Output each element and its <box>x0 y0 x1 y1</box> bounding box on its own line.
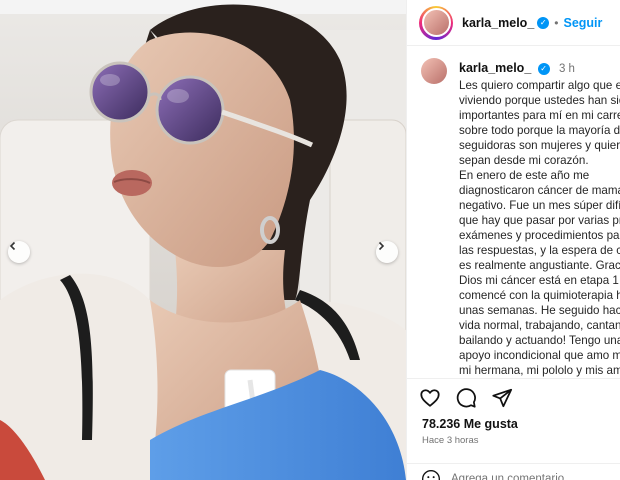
post-side-panel: karla_melo_ ✓ • Seguir karla_melo_ ✓ 3 h… <box>406 0 620 480</box>
caption-line: mi hermana, mi pololo y mis am <box>459 364 620 377</box>
caption-username[interactable]: karla_melo_ <box>459 61 531 75</box>
caption-line: En enero de este año me <box>459 169 590 182</box>
caption-line: Les quiero compartir algo que e <box>459 79 620 92</box>
caption-line: bailando y actuando! Tengo una <box>459 334 620 347</box>
carousel-prev-button[interactable] <box>8 241 30 263</box>
caption-line: seguidoras son mujeres y quiero <box>459 139 620 152</box>
post-actions-bar: 78.236 Me gusta Hace 3 horas <box>407 378 620 480</box>
like-count[interactable]: 78.236 Me gusta <box>422 417 518 431</box>
verified-badge-icon: ✓ <box>537 16 550 29</box>
post-photo <box>0 0 406 480</box>
post-header: karla_melo_ ✓ • Seguir <box>407 0 620 46</box>
send-icon[interactable] <box>491 387 513 409</box>
caption-line: las respuestas, y la espera de ca <box>459 244 620 257</box>
caption-line: comencé con la quimioterapia h <box>459 289 620 302</box>
caption-text: Les quiero compartir algo que e viviendo… <box>459 78 620 378</box>
avatar <box>421 8 451 37</box>
header-username[interactable]: karla_melo_ <box>462 16 534 30</box>
caption-line: es realmente angustiante. Graci <box>459 259 620 272</box>
posted-time: Hace 3 horas <box>422 435 479 446</box>
emoji-icon[interactable] <box>421 469 441 480</box>
comment-composer <box>407 463 620 480</box>
follow-button[interactable]: Seguir <box>563 16 602 30</box>
carousel-next-button[interactable] <box>376 241 398 263</box>
caption-time: 3 h <box>558 63 575 75</box>
caption-line: que hay que pasar por varias pr <box>459 214 620 227</box>
caption-line: importantes para mí en mi carre <box>459 109 620 122</box>
chevron-right-icon <box>378 241 385 251</box>
header-separator: • <box>554 15 559 30</box>
caption-line: sobre todo porque la mayoría d <box>459 124 620 137</box>
caption-header: karla_melo_ ✓ 3 h <box>459 61 575 75</box>
comment-input[interactable] <box>451 472 601 480</box>
caption-line: sepan desde mi corazón. <box>459 154 589 167</box>
chevron-left-icon <box>9 241 16 251</box>
caption-avatar[interactable] <box>421 58 447 84</box>
caption-line: apoyo incondicional que amo m <box>459 349 620 362</box>
heart-icon[interactable] <box>419 387 441 409</box>
caption-line: vida normal, trabajando, cantan <box>459 319 620 332</box>
caption-area: karla_melo_ ✓ 3 h Les quiero compartir a… <box>407 58 620 380</box>
action-icons <box>419 387 513 409</box>
story-ring[interactable] <box>419 5 453 40</box>
comment-icon[interactable] <box>455 387 477 409</box>
caption-line: Dios mi cáncer está en etapa 1 y <box>459 274 620 287</box>
caption-line: viviendo porque ustedes han sid <box>459 94 620 107</box>
caption-line: exámenes y procedimientos par <box>459 229 620 242</box>
photo-illustration <box>0 0 406 480</box>
caption-line: unas semanas. He seguido hacie <box>459 304 620 317</box>
caption-line: negativo. Fue un mes súper difí <box>459 199 620 212</box>
verified-badge-icon: ✓ <box>537 62 550 75</box>
caption-line: diagnosticaron cáncer de mama <box>459 184 620 197</box>
